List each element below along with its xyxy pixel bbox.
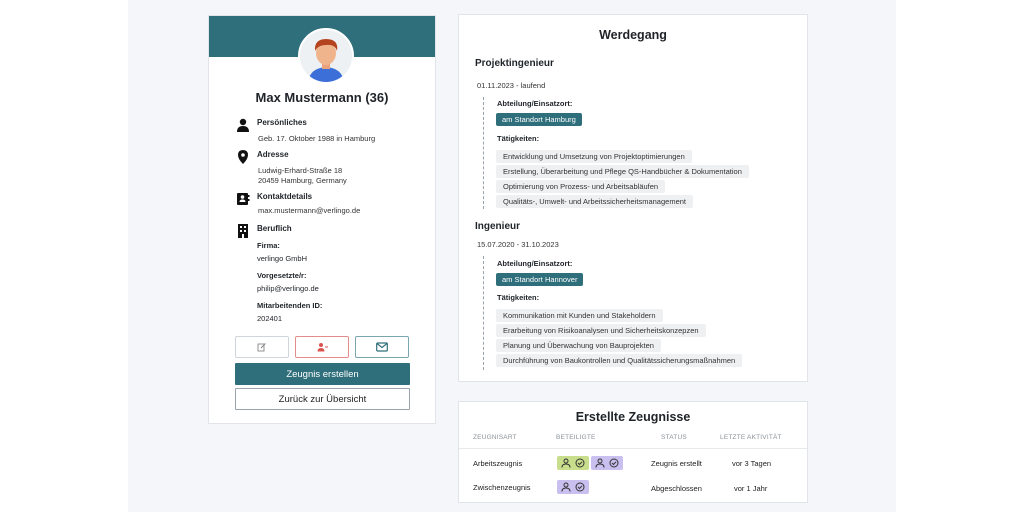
certificates-card: Erstellte Zeugnisse ZEUGNISART BETEILIGT… — [458, 401, 808, 503]
user-icon — [595, 458, 605, 468]
task-chip: Erarbeitung von Risikoanalysen und Siche… — [496, 324, 706, 337]
location-pin-icon — [238, 150, 248, 164]
employee-id-label: Mitarbeitenden ID: — [257, 301, 323, 310]
career-card: Werdegang Projektingenieur 01.11.2023 - … — [458, 14, 808, 382]
address-line1: Ludwig-Erhard-Straße 18 — [258, 166, 343, 175]
address-line2: 20459 Hamburg, Germany — [258, 176, 347, 185]
certificate-type[interactable]: Arbeitszeugnis — [473, 459, 522, 468]
address-title: Adresse — [257, 150, 289, 159]
certificate-status: Abgeschlossen — [651, 484, 702, 493]
location-tag: am Standort Hannover — [496, 273, 584, 286]
dept-label: Abteilung/Einsatzort: — [497, 99, 573, 108]
certificate-status: Zeugnis erstellt — [651, 459, 702, 468]
profile-name: Max Mustermann (36) — [255, 90, 389, 105]
certificate-activity: vor 3 Tagen — [732, 459, 772, 468]
company-value: verlingo GmbH — [257, 254, 308, 263]
job-title: Projektingenieur — [475, 58, 554, 69]
certificate-type[interactable]: Zwischenzeugnis — [473, 483, 531, 492]
task-chip: Entwicklung und Umsetzung von Projektopt… — [496, 150, 692, 163]
task-chip: Durchführung von Baukontrollen und Quali… — [496, 354, 743, 367]
participant-badge — [591, 456, 623, 470]
timeline-line — [483, 256, 484, 370]
supervisor-value: philip@verlingo.de — [257, 284, 319, 293]
task-chip: Qualitäts-, Umwelt- und Arbeitssicherhei… — [496, 195, 693, 208]
employee-id-value: 202401 — [257, 314, 283, 323]
job-date: 15.07.2020 - 31.10.2023 — [477, 240, 559, 249]
participant-badge — [557, 480, 589, 494]
check-circle-icon — [575, 482, 585, 492]
company-label: Firma: — [257, 241, 280, 250]
location-tag: am Standort Hamburg — [496, 113, 582, 126]
supervisor-label: Vorgesetzte/r: — [257, 271, 307, 280]
work-title: Beruflich — [257, 224, 292, 233]
tasks-label: Tätigkeiten: — [497, 134, 540, 143]
tasks-label: Tätigkeiten: — [497, 293, 540, 302]
column-header-participants: BETEILIGTE — [556, 434, 596, 441]
job-date: 01.11.2023 - laufend — [477, 81, 546, 90]
dept-label: Abteilung/Einsatzort: — [497, 259, 573, 268]
create-certificate-button[interactable]: Zeugnis erstellen — [235, 363, 410, 385]
contact-card-icon — [237, 193, 250, 205]
mail-icon — [376, 342, 388, 352]
person-icon — [237, 118, 249, 132]
task-chip: Optimierung von Prozess- und Arbeitsablä… — [496, 180, 666, 193]
job-title: Ingenieur — [475, 221, 521, 232]
remove-user-button[interactable] — [295, 336, 349, 358]
user-icon — [561, 482, 571, 492]
task-chip: Erstellung, Überarbeitung und Pflege QS-… — [496, 165, 749, 178]
email-button[interactable] — [355, 336, 409, 358]
check-circle-icon — [575, 458, 585, 468]
task-chip: Kommunikation mit Kunden und Stakeholder… — [496, 309, 663, 322]
building-icon — [238, 224, 248, 238]
contact-title: Kontaktdetails — [257, 192, 313, 201]
check-circle-icon — [609, 458, 619, 468]
back-to-overview-button[interactable]: Zurück zur Übersicht — [235, 388, 410, 410]
timeline-line — [483, 97, 484, 209]
user-icon — [561, 458, 571, 468]
birth-info: Geb. 17. Oktober 1988 in Hamburg — [258, 134, 376, 143]
personal-title: Persönliches — [257, 118, 307, 127]
profile-card: Max Mustermann (36) Persönliches Geb. 17… — [208, 15, 436, 424]
column-header-status: STATUS — [661, 434, 687, 441]
participant-badge — [557, 456, 589, 470]
edit-icon — [257, 343, 266, 352]
edit-button[interactable] — [235, 336, 289, 358]
column-header-type: ZEUGNISART — [473, 434, 517, 441]
career-title: Werdegang — [599, 28, 667, 42]
avatar — [298, 28, 354, 84]
certificate-activity: vor 1 Jahr — [734, 484, 768, 493]
table-divider — [459, 448, 807, 449]
contact-email: max.mustermann@verlingo.de — [258, 206, 361, 215]
column-header-activity: LETZTE AKTIVITÄT — [720, 434, 782, 441]
user-remove-icon — [317, 343, 328, 352]
certificates-title: Erstellte Zeugnisse — [575, 410, 691, 424]
task-chip: Planung und Überwachung von Bauprojekten — [496, 339, 661, 352]
